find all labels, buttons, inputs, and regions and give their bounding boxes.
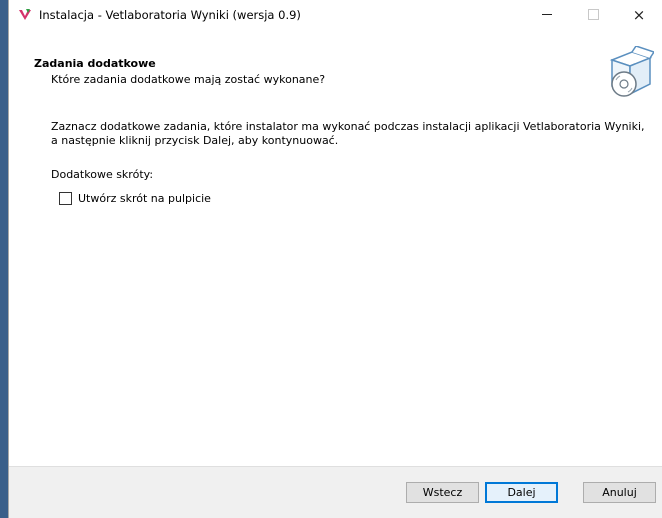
maximize-button <box>570 0 616 30</box>
instructions-text: Zaznacz dodatkowe zadania, które instala… <box>51 120 651 148</box>
back-button[interactable]: Wstecz <box>406 482 479 503</box>
minimize-button[interactable] <box>524 0 570 30</box>
wizard-content: Zaznacz dodatkowe zadania, które instala… <box>9 113 662 467</box>
installer-window: Instalacja - Vetlaboratoria Wyniki (wers… <box>8 0 662 518</box>
next-button[interactable]: Dalej <box>485 482 558 503</box>
page-title: Zadania dodatkowe <box>34 57 156 70</box>
title-bar[interactable]: Instalacja - Vetlaboratoria Wyniki (wers… <box>9 0 662 30</box>
maximize-icon <box>587 9 599 20</box>
installer-app-icon <box>19 9 31 20</box>
desktop-shortcut-checkbox[interactable] <box>59 191 72 205</box>
window-title: Instalacja - Vetlaboratoria Wyniki (wers… <box>39 8 301 22</box>
desktop-shortcut-label[interactable]: Utwórz skrót na pulpicie <box>78 192 211 205</box>
cancel-button[interactable]: Anuluj <box>583 482 656 503</box>
page-subtitle: Które zadania dodatkowe mają zostać wyko… <box>51 73 326 86</box>
instructions-line-2: a następnie kliknij przycisk Dalej, aby … <box>51 134 339 147</box>
minimize-icon <box>542 14 552 15</box>
close-icon: × <box>632 6 646 24</box>
wizard-footer: Wstecz Dalej Anuluj <box>9 466 662 518</box>
shortcuts-group-label: Dodatkowe skróty: <box>51 168 154 181</box>
wizard-header: Zadania dodatkowe Które zadania dodatkow… <box>9 30 662 112</box>
close-button[interactable]: × <box>616 0 662 30</box>
instructions-line-1: Zaznacz dodatkowe zadania, które instala… <box>51 120 645 133</box>
desktop-shortcut-option[interactable]: Utwórz skrót na pulpicie <box>59 191 211 205</box>
setup-box-icon <box>609 46 654 97</box>
